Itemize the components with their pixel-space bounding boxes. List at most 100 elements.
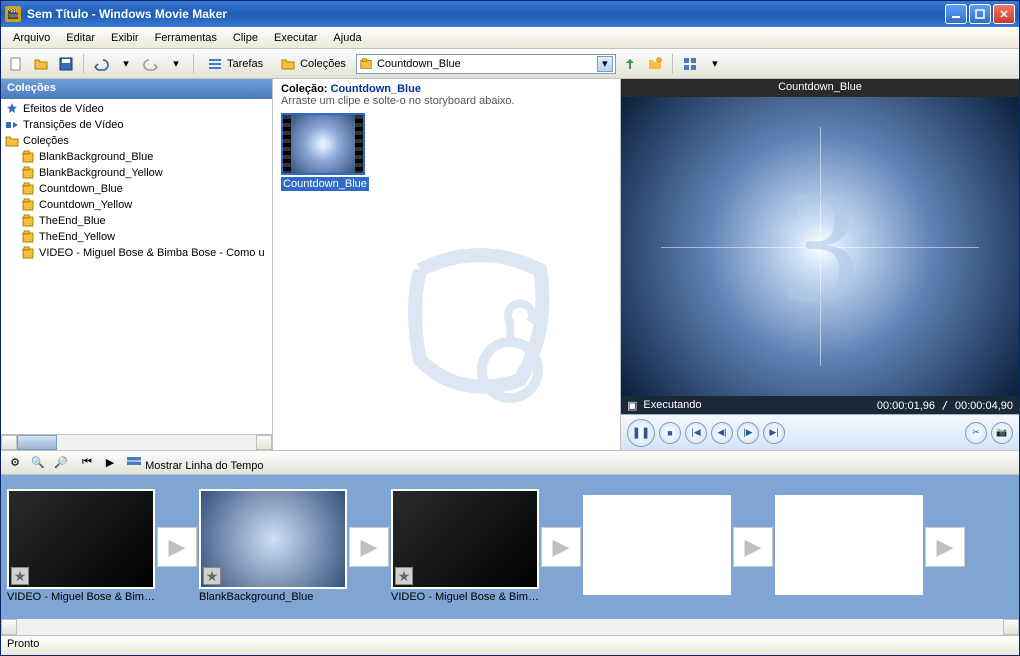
timeline-zoom-in-button[interactable]: 🔍 (28, 453, 48, 473)
menu-ajuda[interactable]: Ajuda (325, 29, 369, 47)
storyboard-clip-caption: VIDEO - Miguel Bose & Bimba ... (7, 589, 155, 605)
storyboard-clip[interactable]: ★BlankBackground_Blue (199, 489, 347, 605)
app-icon: 🎬 (5, 6, 21, 22)
close-button[interactable] (993, 4, 1015, 24)
preview-panel: Countdown_Blue 3 ▣ Executando 00:00:01,9… (621, 79, 1019, 450)
tree-item[interactable]: Coleções (3, 133, 270, 149)
combo-arrow-icon[interactable]: ▾ (597, 56, 613, 72)
pause-button[interactable]: ❚❚ (627, 419, 655, 447)
tree-item[interactable]: Efeitos de Vídeo (3, 101, 270, 117)
timeline-set-button[interactable]: ⚙ (5, 453, 25, 473)
status-icon: ▣ (627, 399, 637, 412)
collection-icon (21, 150, 35, 164)
collections-tree[interactable]: Efeitos de Vídeo Transições de Vídeo Coleç… (1, 99, 272, 434)
sidebar-hscroll[interactable] (1, 434, 272, 450)
undo-dropdown[interactable]: ▾ (115, 53, 137, 75)
stop-button[interactable]: ■ (659, 422, 681, 444)
storyboard-transition[interactable]: ▶ (541, 527, 581, 567)
tree-item-label: Coleções (23, 135, 69, 147)
scroll-right-icon[interactable] (1003, 619, 1019, 635)
status-bar: Pronto (1, 635, 1019, 655)
next-frame-button[interactable]: |▶ (737, 422, 759, 444)
effects-star-icon[interactable]: ★ (395, 567, 413, 585)
menu-exibir[interactable]: Exibir (103, 29, 147, 47)
collection-combo[interactable]: Countdown_Blue ▾ (356, 54, 616, 74)
storyboard-clip[interactable] (775, 495, 923, 599)
tree-item[interactable]: Countdown_Yellow (3, 197, 270, 213)
timeline-rewind-button[interactable]: ⏮ (77, 453, 97, 473)
storyboard-clip[interactable]: ★ VIDEO - Miguel Bose & Bimba ... (7, 489, 155, 605)
tree-item-label: Countdown_Yellow (39, 199, 132, 211)
preview-status-text: Executando (643, 399, 870, 411)
menu-ferramentas[interactable]: Ferramentas (147, 29, 225, 47)
tree-item[interactable]: TheEnd_Blue (3, 213, 270, 229)
clip-label: Countdown_Blue (281, 177, 369, 191)
show-timeline-button[interactable]: Mostrar Linha do Tempo (126, 453, 263, 472)
prev-frame-button[interactable]: ◀| (711, 422, 733, 444)
menu-clipe[interactable]: Clipe (225, 29, 266, 47)
view-options-button[interactable] (679, 53, 701, 75)
tree-item-label: Countdown_Blue (39, 183, 123, 195)
collection-title: Coleção: Countdown_Blue (281, 83, 612, 95)
menu-editar[interactable]: Editar (58, 29, 103, 47)
timeline-zoom-out-button[interactable]: 🔎 (51, 453, 71, 473)
view-dropdown[interactable]: ▾ (704, 53, 726, 75)
tasks-button[interactable]: Tarefas (200, 53, 270, 75)
effects-star-icon[interactable]: ★ (11, 567, 29, 585)
tree-item[interactable]: BlankBackground_Yellow (3, 165, 270, 181)
new-project-button[interactable] (5, 53, 27, 75)
effects-star-icon[interactable]: ★ (203, 567, 221, 585)
storyboard-clip[interactable]: ★VIDEO - Miguel Bose & Bimba ... (391, 489, 539, 605)
redo-button[interactable] (140, 53, 162, 75)
split-clip-button[interactable]: ✂ (965, 422, 987, 444)
timeline-panel: ⚙ 🔍 🔎 ⏮ ▶ Mostrar Linha do Tempo ★ VIDEO … (1, 450, 1019, 635)
tree-item[interactable]: TheEnd_Yellow (3, 229, 270, 245)
scroll-thumb[interactable] (17, 435, 57, 450)
title-bar: 🎬 Sem Título - Windows Movie Maker (1, 1, 1019, 27)
storyboard-clip[interactable] (583, 495, 731, 599)
show-timeline-label: Mostrar Linha do Tempo (145, 460, 263, 472)
next-clip-button[interactable]: ▶| (763, 422, 785, 444)
storyboard-transition[interactable]: ▶ (157, 527, 197, 567)
minimize-button[interactable] (945, 4, 967, 24)
menu-bar: Arquivo Editar Exibir Ferramentas Clipe … (1, 27, 1019, 49)
scroll-left-icon[interactable] (1, 435, 17, 450)
tree-item-label: VIDEO - Miguel Bose & Bimba Bose - Como … (39, 247, 265, 259)
timeline-hscroll[interactable] (1, 619, 1019, 635)
maximize-button[interactable] (969, 4, 991, 24)
collection-clip[interactable]: Countdown_Blue (281, 113, 369, 191)
collection-panel: Coleção: Countdown_Blue Arraste um clipe… (273, 79, 621, 450)
tree-item[interactable]: Transições de Vídeo (3, 117, 270, 133)
undo-button[interactable] (90, 53, 112, 75)
prev-clip-button[interactable]: |◀ (685, 422, 707, 444)
up-folder-button[interactable] (619, 53, 641, 75)
take-picture-button[interactable]: 📷 (991, 422, 1013, 444)
collection-icon (21, 246, 35, 260)
scroll-left-icon[interactable] (1, 619, 17, 635)
storyboard-clip-caption (775, 595, 923, 599)
save-button[interactable] (55, 53, 77, 75)
status-text: Pronto (7, 638, 39, 650)
storyboard-transition[interactable]: ▶ (733, 527, 773, 567)
scroll-right-icon[interactable] (256, 435, 272, 450)
tree-item[interactable]: VIDEO - Miguel Bose & Bimba Bose - Como … (3, 245, 270, 261)
toolbar: ▾ ▾ Tarefas Coleções Countdown_Blue ▾ ▾ (1, 49, 1019, 79)
preview-status-bar: ▣ Executando 00:00:01,96 / 00:00:04,90 (621, 396, 1019, 414)
tree-item[interactable]: Countdown_Blue (3, 181, 270, 197)
menu-executar[interactable]: Executar (266, 29, 325, 47)
preview-screen[interactable]: 3 (621, 97, 1019, 396)
collections-button[interactable]: Coleções (273, 53, 353, 75)
storyboard-clip-caption (583, 595, 731, 599)
storyboard-transition[interactable]: ▶ (349, 527, 389, 567)
timeline-play-button[interactable]: ▶ (100, 453, 120, 473)
new-folder-button[interactable] (644, 53, 666, 75)
storyboard[interactable]: ★VIDEO - Miguel Bose & Bimba ...▶★BlankB… (1, 475, 1019, 619)
tree-item-label: Efeitos de Vídeo (23, 103, 104, 115)
tree-item-label: Transições de Vídeo (23, 119, 123, 131)
menu-arquivo[interactable]: Arquivo (5, 29, 58, 47)
storyboard-transition[interactable]: ▶ (925, 527, 965, 567)
collection-icon (21, 166, 35, 180)
redo-dropdown[interactable]: ▾ (165, 53, 187, 75)
open-button[interactable] (30, 53, 52, 75)
tree-item[interactable]: BlankBackground_Blue (3, 149, 270, 165)
